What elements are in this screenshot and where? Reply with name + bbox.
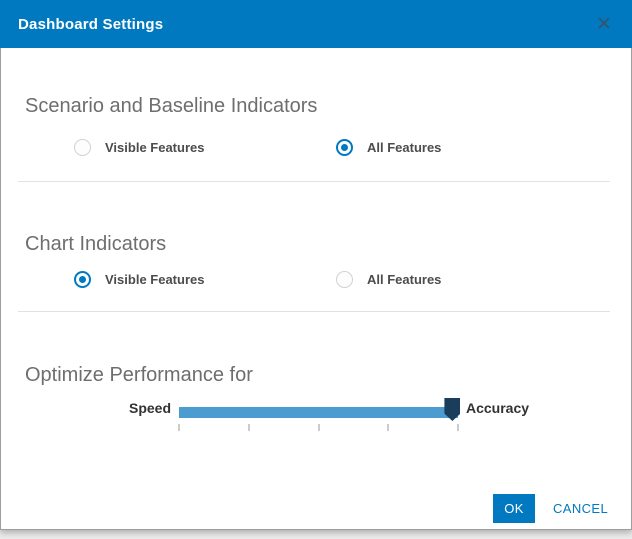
radio-button-icon[interactable] — [74, 139, 91, 156]
dashboard-settings-dialog: Dashboard Settings ✕ Scenario and Baseli… — [0, 0, 632, 530]
radio-option-visible-features[interactable]: Visible Features — [74, 139, 336, 156]
radio-button-icon[interactable] — [74, 271, 91, 288]
radio-button-icon[interactable] — [336, 139, 353, 156]
section-divider — [18, 181, 610, 182]
slider-max-label: Accuracy — [466, 400, 529, 416]
radio-option-all-features[interactable]: All Features — [336, 139, 441, 156]
radio-option-label: All Features — [367, 272, 441, 287]
radio-option-label: Visible Features — [105, 272, 204, 287]
cancel-button[interactable]: CANCEL — [547, 494, 614, 523]
performance-slider[interactable] — [179, 407, 458, 418]
slider-tick — [179, 424, 180, 431]
radio-option-visible-features[interactable]: Visible Features — [74, 271, 336, 288]
section-heading-chart-indicators: Chart Indicators — [25, 233, 166, 256]
radio-option-label: Visible Features — [105, 140, 204, 155]
slider-tick — [248, 424, 249, 431]
slider-tick — [388, 424, 389, 431]
section-heading-optimize-performance: Optimize Performance for — [25, 364, 253, 387]
radio-group-chart-indicators: Visible Features All Features — [74, 271, 441, 288]
close-icon[interactable]: ✕ — [590, 0, 618, 48]
dialog-titlebar: Dashboard Settings ✕ — [0, 0, 632, 48]
section-divider — [18, 311, 610, 312]
section-heading-scenario-baseline: Scenario and Baseline Indicators — [25, 95, 317, 118]
slider-min-label: Speed — [61, 400, 171, 416]
radio-option-label: All Features — [367, 140, 441, 155]
slider-tick — [458, 424, 459, 431]
radio-button-icon[interactable] — [336, 271, 353, 288]
slider-ticks — [179, 424, 458, 432]
slider-tick — [318, 424, 319, 431]
slider-handle[interactable] — [444, 398, 460, 421]
ok-button[interactable]: OK — [493, 494, 535, 523]
dialog-title: Dashboard Settings — [18, 16, 163, 33]
radio-option-all-features[interactable]: All Features — [336, 271, 441, 288]
radio-group-scenario-baseline: Visible Features All Features — [74, 139, 441, 156]
